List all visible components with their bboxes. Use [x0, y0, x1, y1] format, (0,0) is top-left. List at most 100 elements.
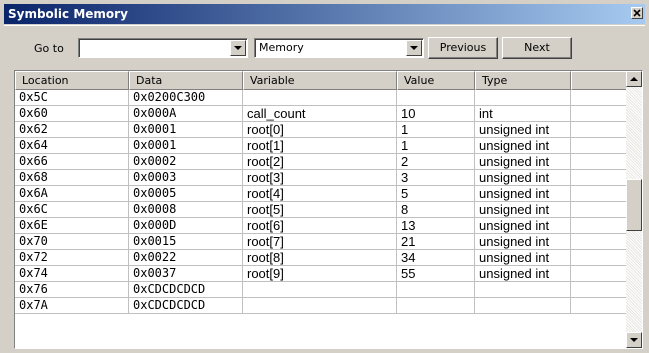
data-cell: 0x0200C300 — [129, 90, 243, 106]
table-row[interactable]: 0x70 0x0015 root[7] 21 unsigned int — [15, 234, 627, 250]
table-row[interactable]: 0x76 0xCDCDCDCD — [15, 282, 627, 298]
data-cell: 0x000D — [129, 218, 243, 234]
type-cell: unsigned int — [475, 154, 571, 170]
extra-cell — [571, 282, 627, 298]
extra-cell — [571, 186, 627, 202]
variable-cell: root[1] — [243, 138, 397, 154]
value-cell: 10 — [397, 106, 475, 122]
variable-cell: root[5] — [243, 202, 397, 218]
extra-cell — [571, 106, 627, 122]
data-cell: 0x0002 — [129, 154, 243, 170]
location-cell: 0x66 — [15, 154, 129, 170]
extra-cell — [571, 218, 627, 234]
previous-button[interactable]: Previous — [428, 37, 498, 59]
memory-grid[interactable]: Location Data Variable Value Type 0x5C 0… — [14, 70, 643, 349]
variable-cell: root[9] — [243, 266, 397, 282]
column-header-location[interactable]: Location — [15, 71, 129, 90]
type-cell — [475, 282, 571, 298]
type-cell: unsigned int — [475, 186, 571, 202]
type-cell: unsigned int — [475, 266, 571, 282]
type-cell: unsigned int — [475, 202, 571, 218]
data-cell: 0x0003 — [129, 170, 243, 186]
window-title: Symbolic Memory — [8, 7, 128, 21]
data-cell: 0x0008 — [129, 202, 243, 218]
chevron-down-icon — [410, 46, 418, 50]
value-cell — [397, 298, 475, 314]
type-cell: int — [475, 106, 571, 122]
variable-cell — [243, 298, 397, 314]
table-row[interactable]: 0x72 0x0022 root[8] 34 unsigned int — [15, 250, 627, 266]
column-header-data[interactable]: Data — [129, 71, 243, 90]
value-cell: 3 — [397, 170, 475, 186]
location-cell: 0x6A — [15, 186, 129, 202]
value-cell: 2 — [397, 154, 475, 170]
location-cell: 0x70 — [15, 234, 129, 250]
grid-header: Location Data Variable Value Type — [15, 71, 627, 90]
type-cell — [475, 90, 571, 106]
type-cell: unsigned int — [475, 234, 571, 250]
variable-cell: root[7] — [243, 234, 397, 250]
table-row[interactable]: 0x74 0x0037 root[9] 55 unsigned int — [15, 266, 627, 282]
extra-cell — [571, 154, 627, 170]
variable-cell: root[6] — [243, 218, 397, 234]
scroll-down-button[interactable] — [626, 332, 642, 348]
column-header-variable[interactable]: Variable — [243, 71, 397, 90]
type-cell: unsigned int — [475, 138, 571, 154]
table-row[interactable]: 0x64 0x0001 root[1] 1 unsigned int — [15, 138, 627, 154]
extra-cell — [571, 170, 627, 186]
next-button[interactable]: Next — [502, 37, 572, 59]
location-cell: 0x62 — [15, 122, 129, 138]
view-combobox[interactable]: Memory — [254, 38, 424, 58]
variable-cell: root[0] — [243, 122, 397, 138]
table-row[interactable]: 0x60 0x000A call_count 10 int — [15, 106, 627, 122]
value-cell — [397, 282, 475, 298]
value-cell: 8 — [397, 202, 475, 218]
scroll-up-button[interactable] — [626, 71, 642, 87]
column-header-value[interactable]: Value — [397, 71, 475, 90]
vertical-scrollbar[interactable] — [626, 71, 642, 348]
location-cell: 0x60 — [15, 106, 129, 122]
value-cell: 34 — [397, 250, 475, 266]
location-cell: 0x5C — [15, 90, 129, 106]
scroll-down-arrow-icon — [630, 338, 638, 342]
extra-cell — [571, 266, 627, 282]
variable-cell — [243, 282, 397, 298]
table-row[interactable]: 0x5C 0x0200C300 — [15, 90, 627, 106]
extra-cell — [571, 250, 627, 266]
table-row[interactable]: 0x6A 0x0005 root[4] 5 unsigned int — [15, 186, 627, 202]
extra-cell — [571, 122, 627, 138]
table-row[interactable]: 0x62 0x0001 root[0] 1 unsigned int — [15, 122, 627, 138]
view-select-value: Memory — [259, 41, 304, 54]
column-header-type[interactable]: Type — [475, 71, 571, 90]
value-cell: 1 — [397, 138, 475, 154]
extra-cell — [571, 298, 627, 314]
type-cell — [475, 298, 571, 314]
type-cell: unsigned int — [475, 122, 571, 138]
table-row[interactable]: 0x7A 0xCDCDCDCD — [15, 298, 627, 314]
value-cell: 1 — [397, 122, 475, 138]
title-bar[interactable]: Symbolic Memory — [4, 4, 645, 24]
table-row[interactable]: 0x6E 0x000D root[6] 13 unsigned int — [15, 218, 627, 234]
data-cell: 0xCDCDCDCD — [129, 298, 243, 314]
goto-dropdown-button[interactable] — [230, 40, 246, 56]
data-cell: 0x000A — [129, 106, 243, 122]
close-button[interactable] — [631, 7, 643, 19]
column-header-extra[interactable] — [571, 71, 627, 90]
data-cell: 0x0001 — [129, 122, 243, 138]
value-cell: 5 — [397, 186, 475, 202]
goto-combobox[interactable] — [78, 38, 248, 58]
location-cell: 0x74 — [15, 266, 129, 282]
type-cell: unsigned int — [475, 218, 571, 234]
table-row[interactable]: 0x68 0x0003 root[3] 3 unsigned int — [15, 170, 627, 186]
variable-cell: root[8] — [243, 250, 397, 266]
close-icon — [633, 9, 641, 17]
variable-cell: root[2] — [243, 154, 397, 170]
scrollbar-thumb[interactable] — [626, 179, 642, 231]
variable-cell: call_count — [243, 106, 397, 122]
table-row[interactable]: 0x6C 0x0008 root[5] 8 unsigned int — [15, 202, 627, 218]
extra-cell — [571, 90, 627, 106]
data-cell: 0x0037 — [129, 266, 243, 282]
view-dropdown-button[interactable] — [406, 40, 422, 56]
table-row[interactable]: 0x66 0x0002 root[2] 2 unsigned int — [15, 154, 627, 170]
location-cell: 0x64 — [15, 138, 129, 154]
